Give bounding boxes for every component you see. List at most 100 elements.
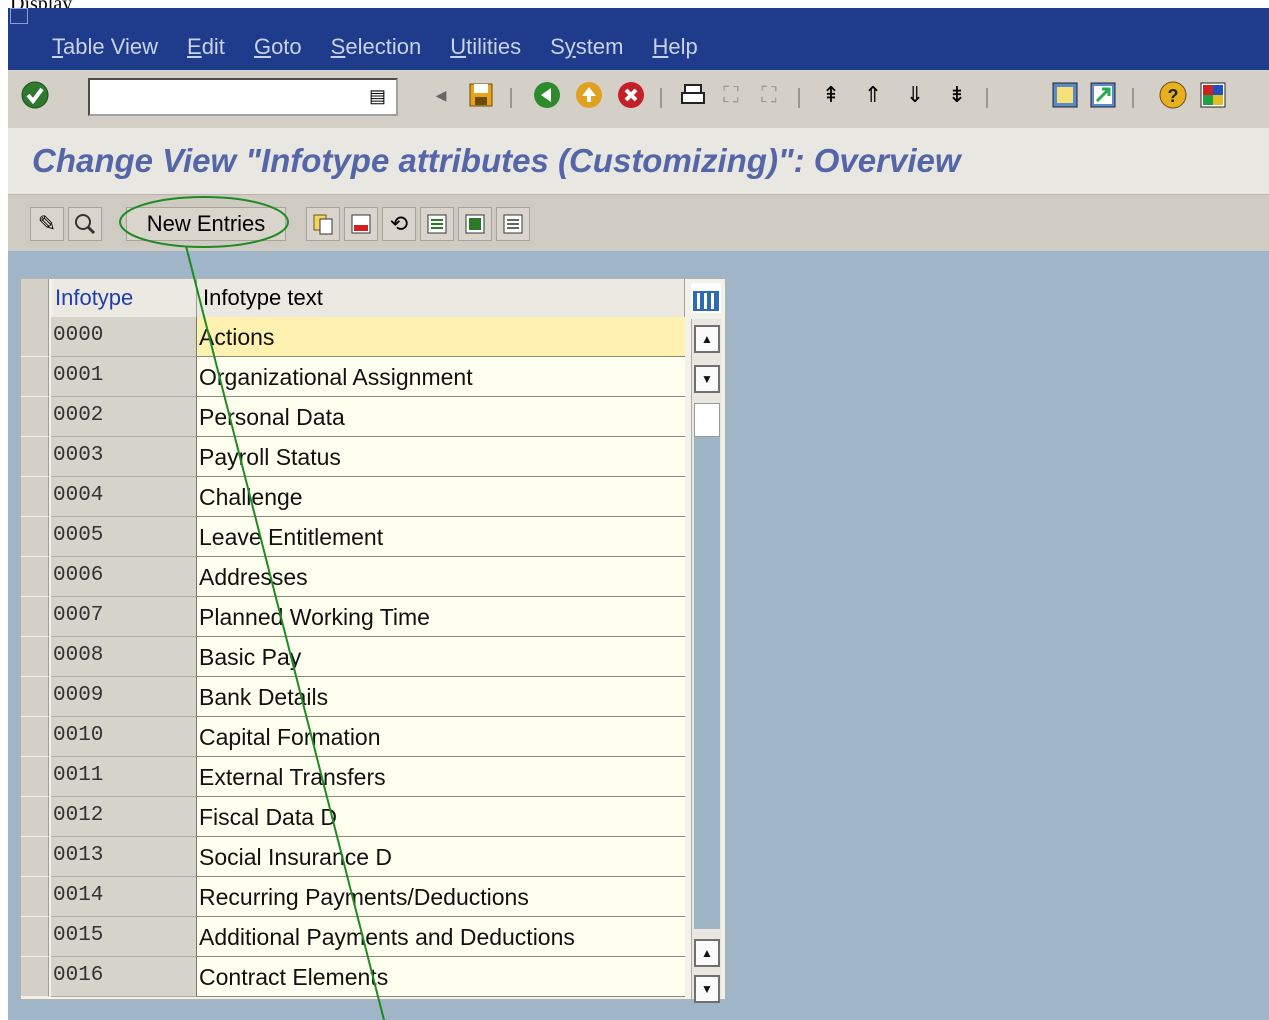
infotype-text-cell[interactable]: Leave Entitlement bbox=[197, 517, 685, 557]
infotype-text-cell[interactable]: Personal Data bbox=[197, 397, 685, 437]
menu-table-view[interactable]: Table View bbox=[52, 34, 158, 60]
infotype-code-cell[interactable]: 0011 bbox=[51, 757, 197, 797]
table-row[interactable]: 0011 External Transfers bbox=[21, 757, 685, 797]
row-selector[interactable] bbox=[21, 517, 49, 557]
scroll-page-up-icon[interactable]: ▲ bbox=[694, 939, 720, 967]
first-page-icon[interactable]: ⇞ bbox=[814, 78, 848, 112]
row-selector[interactable] bbox=[21, 437, 49, 477]
infotype-text-cell[interactable]: Planned Working Time bbox=[197, 597, 685, 637]
select-all-icon[interactable] bbox=[420, 207, 454, 241]
infotype-code-cell[interactable]: 0002 bbox=[51, 397, 197, 437]
create-session-icon[interactable] bbox=[1048, 78, 1082, 112]
scroll-up-icon[interactable]: ▲ bbox=[694, 325, 720, 353]
select-all-rows-button[interactable] bbox=[21, 279, 49, 317]
last-page-icon[interactable]: ⇟ bbox=[940, 78, 974, 112]
infotype-code-cell[interactable]: 0006 bbox=[51, 557, 197, 597]
command-history-icon[interactable]: ▤ bbox=[369, 86, 386, 107]
row-selector[interactable] bbox=[21, 677, 49, 717]
table-row[interactable]: 0010 Capital Formation bbox=[21, 717, 685, 757]
find-icon[interactable]: ⛶ bbox=[714, 78, 748, 112]
back-icon[interactable] bbox=[530, 78, 564, 112]
table-settings-icon[interactable] bbox=[691, 283, 721, 313]
copy-as-icon[interactable] bbox=[306, 207, 340, 241]
menu-help[interactable]: Help bbox=[652, 34, 697, 60]
infotype-text-cell[interactable]: Additional Payments and Deductions bbox=[197, 917, 685, 957]
column-header-infotype-text[interactable]: Infotype text bbox=[197, 279, 685, 317]
menu-utilities[interactable]: Utilities bbox=[450, 34, 521, 60]
menu-selection[interactable]: Selection bbox=[331, 34, 422, 60]
table-row[interactable]: 0016 Contract Elements bbox=[21, 957, 685, 997]
menu-goto[interactable]: Goto bbox=[254, 34, 302, 60]
row-selector[interactable] bbox=[21, 957, 49, 997]
table-row[interactable]: 0013 Social Insurance D bbox=[21, 837, 685, 877]
infotype-text-cell[interactable]: Bank Details bbox=[197, 677, 685, 717]
table-row[interactable]: 0003 Payroll Status bbox=[21, 437, 685, 477]
infotype-code-cell[interactable]: 0001 bbox=[51, 357, 197, 397]
other-view-icon[interactable] bbox=[68, 207, 102, 241]
table-row[interactable]: 0004 Challenge bbox=[21, 477, 685, 517]
table-row[interactable]: 0009 Bank Details bbox=[21, 677, 685, 717]
shortcut-icon[interactable] bbox=[1086, 78, 1120, 112]
infotype-text-cell[interactable]: Payroll Status bbox=[197, 437, 685, 477]
infotype-code-cell[interactable]: 0005 bbox=[51, 517, 197, 557]
table-row[interactable]: 0005 Leave Entitlement bbox=[21, 517, 685, 557]
delete-icon[interactable] bbox=[344, 207, 378, 241]
exit-icon[interactable] bbox=[572, 78, 606, 112]
scroll-down-icon[interactable]: ▼ bbox=[694, 365, 720, 393]
deselect-all-icon[interactable] bbox=[496, 207, 530, 241]
row-selector[interactable] bbox=[21, 797, 49, 837]
infotype-text-cell[interactable]: External Transfers bbox=[197, 757, 685, 797]
infotype-code-cell[interactable]: 0003 bbox=[51, 437, 197, 477]
infotype-text-cell[interactable]: Recurring Payments/Deductions bbox=[197, 877, 685, 917]
infotype-code-cell[interactable]: 0000 bbox=[51, 317, 197, 357]
select-block-icon[interactable] bbox=[458, 207, 492, 241]
infotype-text-cell[interactable]: Addresses bbox=[197, 557, 685, 597]
infotype-code-cell[interactable]: 0010 bbox=[51, 717, 197, 757]
infotype-text-cell[interactable]: Basic Pay bbox=[197, 637, 685, 677]
row-selector[interactable] bbox=[21, 637, 49, 677]
help-icon[interactable]: ? bbox=[1156, 78, 1190, 112]
infotype-code-cell[interactable]: 0009 bbox=[51, 677, 197, 717]
infotype-code-cell[interactable]: 0015 bbox=[51, 917, 197, 957]
table-row[interactable]: 0000 Actions bbox=[21, 317, 685, 357]
infotype-code-cell[interactable]: 0012 bbox=[51, 797, 197, 837]
layout-menu-icon[interactable] bbox=[1196, 78, 1230, 112]
infotype-text-cell[interactable]: Challenge bbox=[197, 477, 685, 517]
row-selector[interactable] bbox=[21, 917, 49, 957]
cancel-icon[interactable] bbox=[614, 78, 648, 112]
table-row[interactable]: 0008 Basic Pay bbox=[21, 637, 685, 677]
undo-change-icon[interactable]: ⟲ bbox=[382, 207, 416, 241]
table-row[interactable]: 0012 Fiscal Data D bbox=[21, 797, 685, 837]
row-selector[interactable] bbox=[21, 317, 49, 357]
menu-edit[interactable]: Edit bbox=[187, 34, 225, 60]
row-selector[interactable] bbox=[21, 877, 49, 917]
row-selector[interactable] bbox=[21, 357, 49, 397]
row-selector[interactable] bbox=[21, 757, 49, 797]
infotype-code-cell[interactable]: 0013 bbox=[51, 837, 197, 877]
table-row[interactable]: 0015 Additional Payments and Deductions bbox=[21, 917, 685, 957]
back-arrow-icon[interactable]: ◀ bbox=[424, 78, 458, 112]
infotype-text-cell[interactable]: Organizational Assignment bbox=[197, 357, 685, 397]
row-selector[interactable] bbox=[21, 477, 49, 517]
row-selector[interactable] bbox=[21, 837, 49, 877]
infotype-text-cell[interactable]: Social Insurance D bbox=[197, 837, 685, 877]
infotype-code-cell[interactable]: 0008 bbox=[51, 637, 197, 677]
enter-check-icon[interactable] bbox=[18, 78, 52, 112]
scroll-page-down-icon[interactable]: ▼ bbox=[694, 975, 720, 1003]
column-header-infotype[interactable]: Infotype bbox=[53, 279, 197, 317]
infotype-code-cell[interactable]: 0004 bbox=[51, 477, 197, 517]
table-row[interactable]: 0007 Planned Working Time bbox=[21, 597, 685, 637]
row-selector[interactable] bbox=[21, 397, 49, 437]
print-icon[interactable] bbox=[676, 78, 710, 112]
table-row[interactable]: 0002 Personal Data bbox=[21, 397, 685, 437]
infotype-text-cell[interactable]: Capital Formation bbox=[197, 717, 685, 757]
display-change-icon[interactable]: ✎ bbox=[30, 207, 64, 241]
infotype-text-cell[interactable]: Contract Elements bbox=[197, 957, 685, 997]
infotype-code-cell[interactable]: 0016 bbox=[51, 957, 197, 997]
scrollbar-track[interactable] bbox=[694, 437, 720, 929]
find-next-icon[interactable]: ⛶ bbox=[752, 78, 786, 112]
command-input[interactable] bbox=[94, 80, 358, 112]
table-row[interactable]: 0014 Recurring Payments/Deductions bbox=[21, 877, 685, 917]
vertical-scrollbar[interactable]: ▲ ▼ ▲ ▼ bbox=[691, 319, 721, 1003]
window-menu-icon[interactable] bbox=[10, 8, 28, 24]
